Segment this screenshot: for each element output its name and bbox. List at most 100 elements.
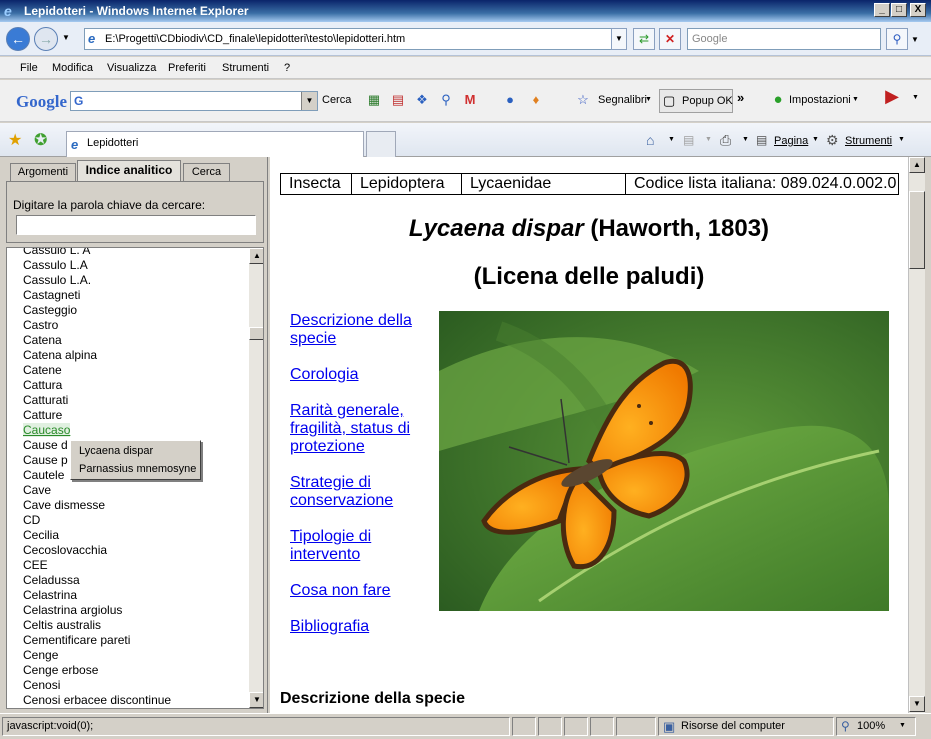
index-item[interactable]: Celastrina argiolus bbox=[23, 603, 122, 617]
print-dropdown-icon[interactable]: ▼ bbox=[742, 136, 749, 143]
link-tipologie[interactable]: Tipologie di intervento bbox=[290, 528, 430, 564]
favorites-star-icon[interactable]: ★ bbox=[8, 130, 22, 150]
menu-help[interactable]: ? bbox=[284, 62, 290, 74]
security-zone[interactable]: ▣ Risorse del computer bbox=[658, 717, 834, 736]
zoom-control[interactable]: ⚲ 100% ▼ bbox=[836, 717, 916, 736]
link-rarita[interactable]: Rarità generale, fragilità, status di pr… bbox=[290, 402, 420, 456]
index-item[interactable]: Catena bbox=[23, 333, 62, 347]
index-item[interactable]: Cassulo L.A bbox=[23, 258, 88, 272]
link-bibliografia[interactable]: Bibliografia bbox=[290, 618, 430, 636]
pagina-menu[interactable]: Pagina bbox=[774, 135, 808, 147]
zoom-dropdown-icon[interactable]: ▼ bbox=[899, 722, 906, 729]
home-dropdown-icon[interactable]: ▼ bbox=[668, 136, 675, 143]
index-item[interactable]: Cassulo L. A bbox=[23, 248, 90, 257]
link-corologia[interactable]: Corologia bbox=[290, 366, 430, 384]
link-descrizione[interactable]: Descrizione della specie bbox=[290, 312, 430, 348]
content-scroll-down-icon[interactable]: ▼ bbox=[909, 696, 925, 712]
index-item[interactable]: Cenge bbox=[23, 648, 58, 662]
index-item[interactable]: Casteggio bbox=[23, 303, 77, 317]
news-icon[interactable]: ▤ bbox=[390, 92, 406, 108]
index-item[interactable]: Cave bbox=[23, 483, 51, 497]
segnalibri-button[interactable]: Segnalibri bbox=[598, 94, 647, 106]
keyword-input[interactable] bbox=[16, 215, 256, 235]
google-cerca-button[interactable]: Cerca bbox=[322, 94, 351, 106]
segnalibri-dropdown-icon[interactable]: ▼ bbox=[645, 96, 652, 103]
feeds-icon[interactable]: ▤ bbox=[683, 133, 694, 147]
impostazioni-dropdown-icon[interactable]: ▼ bbox=[852, 96, 859, 103]
index-item[interactable]: Cave dismesse bbox=[23, 498, 105, 512]
tab-argomenti[interactable]: Argomenti bbox=[10, 163, 76, 181]
forward-arrow-icon[interactable]: → bbox=[34, 27, 58, 51]
stop-icon[interactable]: ✕ bbox=[659, 28, 681, 50]
more-chevron-icon[interactable]: » bbox=[737, 90, 744, 105]
scroll-thumb[interactable] bbox=[249, 327, 263, 340]
index-item[interactable]: Cassulo L.A. bbox=[23, 273, 91, 287]
index-item[interactable]: Cenosi erbacee discontinue bbox=[23, 693, 171, 707]
search-icon[interactable]: ⚲ bbox=[886, 28, 908, 50]
index-item[interactable]: Celastrina bbox=[23, 588, 77, 602]
menu-visualizza[interactable]: Visualizza bbox=[107, 62, 156, 74]
scroll-down-icon[interactable]: ▼ bbox=[249, 692, 263, 708]
star-bookmark-icon[interactable]: ☆ bbox=[575, 92, 591, 108]
add-favorite-icon[interactable]: ✪ bbox=[34, 130, 47, 150]
search-options-icon[interactable]: ▼ bbox=[911, 35, 919, 44]
index-item[interactable]: Catturati bbox=[23, 393, 68, 407]
link-strategie[interactable]: Strategie di conservazione bbox=[290, 474, 430, 510]
menu-modifica[interactable]: Modifica bbox=[52, 62, 93, 74]
popup-item-lycaena-dispar[interactable]: Lycaena dispar bbox=[79, 445, 153, 457]
content-scroll-up-icon[interactable]: ▲ bbox=[909, 157, 925, 173]
impostazioni-button[interactable]: Impostazioni bbox=[789, 94, 851, 106]
back-arrow-icon[interactable]: ← bbox=[6, 27, 30, 51]
pdf-dropdown-icon[interactable]: ▼ bbox=[912, 94, 919, 101]
tab-indice-analitico[interactable]: Indice analitico bbox=[77, 160, 181, 181]
index-item[interactable]: Catena alpina bbox=[23, 348, 97, 362]
puzzle-icon[interactable]: ♦ bbox=[528, 92, 544, 108]
image-icon[interactable]: ▦ bbox=[366, 92, 382, 108]
globe-icon[interactable]: ● bbox=[502, 92, 518, 108]
tab-cerca[interactable]: Cerca bbox=[183, 163, 230, 181]
history-dropdown-icon[interactable]: ▼ bbox=[62, 33, 70, 42]
index-item[interactable]: Cattura bbox=[23, 378, 62, 392]
index-item[interactable]: Cause d bbox=[23, 438, 68, 452]
index-item[interactable]: Castagneti bbox=[23, 288, 80, 302]
maximize-button[interactable]: □ bbox=[891, 3, 907, 17]
menu-preferiti[interactable]: Preferiti bbox=[168, 62, 206, 74]
strumenti-dropdown-icon[interactable]: ▼ bbox=[898, 136, 905, 143]
strumenti-menu[interactable]: Strumenti bbox=[845, 135, 892, 147]
compass-icon[interactable]: ❖ bbox=[414, 92, 430, 108]
index-item[interactable]: Cecilia bbox=[23, 528, 59, 542]
gmail-icon[interactable]: M bbox=[462, 92, 478, 108]
popup-ok-button[interactable]: ▢ Popup OK bbox=[659, 89, 733, 113]
address-field[interactable]: e E:\Progetti\CDbiodiv\CD_finale\lepidot… bbox=[84, 28, 627, 50]
google-dropdown-icon[interactable]: ▼ bbox=[301, 92, 317, 110]
tab-lepidotteri[interactable]: e Lepidotteri bbox=[66, 131, 364, 157]
index-item[interactable]: Cenge erbose bbox=[23, 663, 98, 677]
index-item[interactable]: Cautele bbox=[23, 468, 64, 482]
google-search-box[interactable]: G ▼ bbox=[70, 91, 318, 111]
link-cosa-non-fare[interactable]: Cosa non fare bbox=[290, 582, 430, 600]
content-scrollbar[interactable]: ▲ ▼ bbox=[908, 157, 925, 713]
index-item[interactable]: Celtis australis bbox=[23, 618, 101, 632]
index-item[interactable]: Cecoslovacchia bbox=[23, 543, 107, 557]
content-scroll-thumb[interactable] bbox=[909, 191, 925, 269]
menu-file[interactable]: File bbox=[20, 62, 38, 74]
index-item[interactable]: CEE bbox=[23, 558, 48, 572]
address-dropdown-icon[interactable]: ▼ bbox=[611, 28, 627, 50]
index-item[interactable]: Caucaso bbox=[23, 423, 71, 437]
refresh-icon[interactable]: ⇄ bbox=[633, 28, 655, 50]
index-item[interactable]: CD bbox=[23, 513, 40, 527]
index-item[interactable]: Celadussa bbox=[23, 573, 80, 587]
pdf-icon[interactable]: ▶ bbox=[880, 86, 904, 110]
print-icon[interactable]: ⎙ bbox=[720, 132, 731, 149]
scroll-up-icon[interactable]: ▲ bbox=[249, 248, 263, 264]
minimize-button[interactable]: _ bbox=[874, 3, 890, 17]
feeds-dropdown-icon[interactable]: ▼ bbox=[705, 136, 712, 143]
index-item[interactable]: Castro bbox=[23, 318, 58, 332]
find-icon[interactable]: ⚲ bbox=[438, 92, 454, 108]
index-item[interactable]: Cenosi bbox=[23, 678, 60, 692]
popup-item-parnassius-mnemosyne[interactable]: Parnassius mnemosyne bbox=[79, 463, 196, 475]
index-item[interactable]: Catture bbox=[23, 408, 62, 422]
index-item[interactable]: Cause p bbox=[23, 453, 68, 467]
home-icon[interactable]: ⌂ bbox=[646, 132, 654, 148]
close-button[interactable]: X bbox=[910, 3, 926, 17]
